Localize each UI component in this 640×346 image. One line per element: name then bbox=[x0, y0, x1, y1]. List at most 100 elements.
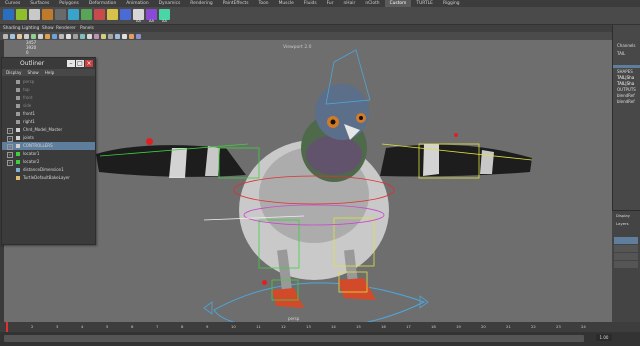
shelf-tab[interactable]: Fur bbox=[322, 0, 339, 7]
foot-handle[interactable] bbox=[262, 280, 267, 285]
viewport-toolbar-icon[interactable] bbox=[45, 33, 50, 39]
shelf-tab[interactable]: Dynamics bbox=[154, 0, 186, 7]
viewport-toolbar-icon[interactable] bbox=[59, 33, 64, 39]
menu-renderer[interactable]: Renderer bbox=[56, 25, 76, 32]
outliner-title-bar[interactable]: Outliner – □ × bbox=[2, 58, 95, 69]
shelf-tab[interactable]: Surfaces bbox=[25, 0, 54, 7]
shelf-tool-icon[interactable] bbox=[120, 9, 131, 20]
shelf-tab[interactable]: Toon bbox=[254, 0, 274, 7]
outliner-item[interactable]: persp bbox=[2, 78, 95, 86]
viewport-toolbar-icon[interactable] bbox=[108, 33, 113, 39]
outliner-item[interactable]: + CONTROLLERS bbox=[2, 142, 95, 150]
outliner-item-label: CONTROLLERS bbox=[23, 143, 53, 148]
menu-lighting[interactable]: Lighting bbox=[22, 25, 39, 32]
range-slider-bar[interactable] bbox=[4, 335, 584, 342]
ik-handle-right[interactable] bbox=[454, 133, 458, 137]
time-slider[interactable]: 123456789101112131415161718192021222324 bbox=[0, 322, 640, 332]
outliner-item[interactable]: + locator1 bbox=[2, 150, 95, 158]
shelf-tool-icon[interactable] bbox=[107, 9, 118, 20]
viewport-toolbar-icon[interactable] bbox=[3, 33, 8, 39]
shelf-tab[interactable]: Rigging bbox=[438, 0, 465, 7]
shelf-tool-icon[interactable] bbox=[42, 9, 53, 20]
channel-section[interactable]: TAIL|Sha bbox=[617, 81, 634, 86]
close-button[interactable]: × bbox=[85, 60, 93, 67]
outliner-item[interactable]: distanceDimension1 bbox=[2, 166, 95, 174]
timeline-tick-label: 10 bbox=[231, 324, 236, 329]
outliner-window[interactable]: Outliner – □ × Display Show Help persp to… bbox=[1, 57, 96, 245]
outliner-item[interactable]: front bbox=[2, 94, 95, 102]
outliner-item[interactable]: + Chrd_Model_Master bbox=[2, 126, 95, 134]
outliner-item-label: Chrd_Model_Master bbox=[23, 127, 63, 132]
viewport-toolbar-icon[interactable] bbox=[38, 33, 43, 39]
viewport-toolbar-icon[interactable] bbox=[66, 33, 71, 39]
outliner-item[interactable]: TurtleDefaultBakeLayer bbox=[2, 174, 95, 182]
outliner-item[interactable]: + joints bbox=[2, 134, 95, 142]
outliner-item[interactable]: + locator2 bbox=[2, 158, 95, 166]
viewport-toolbar-icon[interactable] bbox=[129, 33, 134, 39]
shelf-tool-icon[interactable] bbox=[81, 9, 92, 20]
shelf-tab[interactable]: Polygons bbox=[54, 0, 84, 7]
layer-row[interactable] bbox=[614, 253, 638, 260]
outliner-item-label: distanceDimension1 bbox=[23, 167, 64, 172]
ik-handle-left[interactable] bbox=[146, 138, 153, 145]
current-frame-marker[interactable] bbox=[6, 322, 8, 332]
layer-row[interactable] bbox=[614, 261, 638, 268]
node-type-icon bbox=[16, 88, 20, 92]
timeline-tick-label: 7 bbox=[156, 324, 159, 329]
shelf-tab[interactable]: Curves bbox=[0, 0, 25, 7]
viewport-toolbar-icon[interactable] bbox=[94, 33, 99, 39]
selected-object-name: TAIL bbox=[617, 51, 626, 56]
viewport-toolbar-icon[interactable] bbox=[115, 33, 120, 39]
range-slider[interactable] bbox=[0, 332, 640, 346]
outliner-item[interactable]: right1 bbox=[2, 118, 95, 126]
viewport-toolbar-icon[interactable] bbox=[80, 33, 85, 39]
shelf-tool-icon[interactable] bbox=[29, 9, 40, 20]
layer-row[interactable] bbox=[614, 237, 638, 244]
viewport-toolbar-icon[interactable] bbox=[73, 33, 78, 39]
outliner-menu-show[interactable]: Show bbox=[27, 69, 38, 76]
channel-section[interactable]: blendRef bbox=[617, 93, 635, 98]
timeline-tick-label: 5 bbox=[106, 324, 109, 329]
shelf-tool-icon[interactable] bbox=[94, 9, 105, 20]
viewport-toolbar-icon[interactable] bbox=[52, 33, 57, 39]
menu-shading[interactable]: Shading bbox=[3, 25, 20, 32]
viewport-toolbar-icon[interactable] bbox=[101, 33, 106, 39]
outliner-item[interactable]: front1 bbox=[2, 110, 95, 118]
shelf-tool-icon[interactable] bbox=[68, 9, 79, 20]
node-type-icon bbox=[16, 176, 20, 180]
shelf-tool-icon[interactable] bbox=[16, 9, 27, 20]
minimize-button[interactable]: – bbox=[67, 60, 75, 67]
shelf-tab[interactable]: Muscle bbox=[274, 0, 299, 7]
viewport-toolbar-icon[interactable] bbox=[17, 33, 22, 39]
shelf-tab[interactable]: PaintEffects bbox=[218, 0, 254, 7]
viewport-toolbar-icon[interactable] bbox=[10, 33, 15, 39]
shelf-tool-icon[interactable] bbox=[3, 9, 14, 20]
shelf-tab[interactable]: Rendering bbox=[185, 0, 217, 7]
shelf-tab[interactable]: Fluids bbox=[299, 0, 322, 7]
shelf-tab[interactable]: nCloth bbox=[360, 0, 384, 7]
current-time-field[interactable]: 1.00 bbox=[596, 334, 612, 341]
outliner-item[interactable]: top bbox=[2, 86, 95, 94]
shelf-tab[interactable]: TURTLE bbox=[411, 0, 438, 7]
menu-panels[interactable]: Panels bbox=[80, 25, 94, 32]
shelf-tab[interactable]: Deformation bbox=[84, 0, 121, 7]
viewport-toolbar-icon[interactable] bbox=[87, 33, 92, 39]
shelf-tab[interactable]: Custom bbox=[384, 0, 412, 7]
maximize-button[interactable]: □ bbox=[76, 60, 84, 67]
shelf-tab[interactable]: Animation bbox=[121, 0, 153, 7]
shelf-tool-icon[interactable] bbox=[55, 9, 66, 20]
menu-show[interactable]: Show bbox=[42, 25, 54, 32]
outliner-menu-display[interactable]: Display bbox=[6, 69, 21, 76]
layer-row[interactable] bbox=[614, 245, 638, 252]
shelf-tab[interactable]: nHair bbox=[339, 0, 361, 7]
channel-section[interactable]: TAIL|Sha bbox=[617, 75, 634, 80]
viewport-toolbar-icon[interactable] bbox=[31, 33, 36, 39]
viewport-toolbar-icon[interactable] bbox=[136, 33, 141, 39]
outliner-item[interactable]: side bbox=[2, 102, 95, 110]
channel-section[interactable]: blendRef bbox=[617, 99, 635, 104]
layer-editor-tab[interactable]: Display bbox=[616, 213, 630, 218]
outliner-menu-help[interactable]: Help bbox=[45, 69, 55, 76]
viewport-toolbar-icon[interactable] bbox=[24, 33, 29, 39]
layer-editor-tab[interactable]: Layers bbox=[616, 221, 629, 226]
viewport-toolbar-icon[interactable] bbox=[122, 33, 127, 39]
